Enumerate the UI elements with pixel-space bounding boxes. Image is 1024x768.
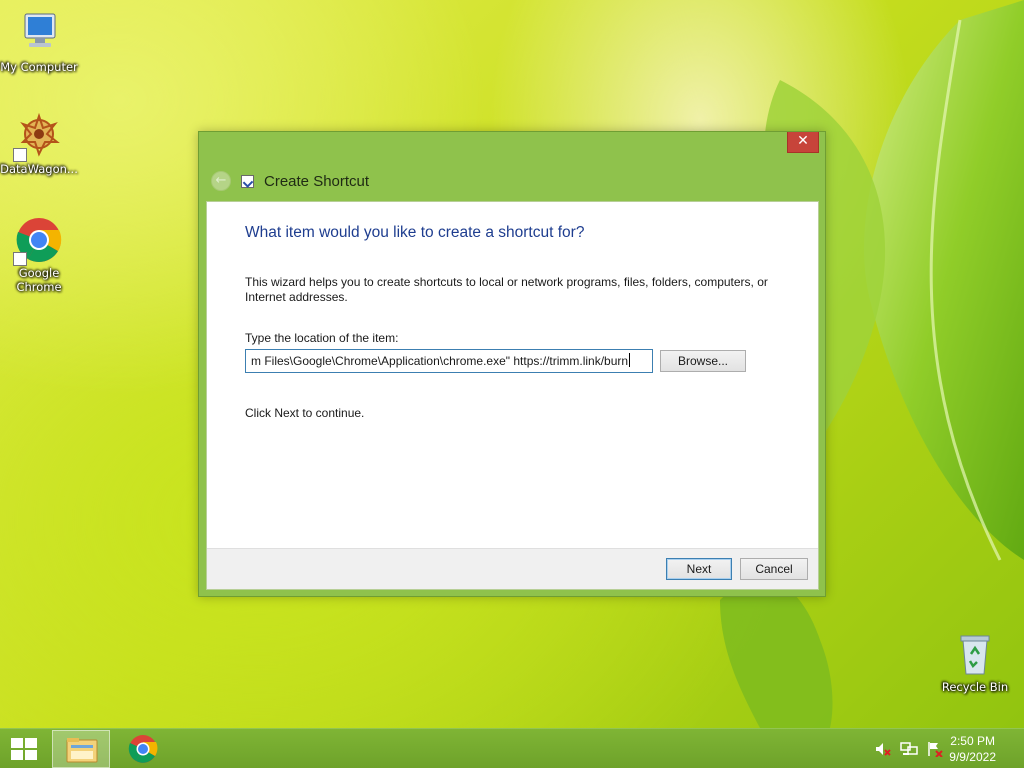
create-shortcut-dialog: ✕ ← Create Shortcut What item would you … bbox=[198, 131, 826, 597]
network-icon[interactable] bbox=[900, 741, 918, 757]
start-icon bbox=[11, 738, 37, 760]
continue-hint: Click Next to continue. bbox=[245, 406, 365, 420]
recycle-bin-icon bbox=[951, 630, 999, 678]
location-input-value: m Files\Google\Chrome\Application\chrome… bbox=[251, 354, 629, 368]
file-explorer-icon bbox=[66, 738, 98, 763]
wizard-footer: Next Cancel bbox=[207, 548, 818, 589]
close-button[interactable]: ✕ bbox=[787, 132, 819, 153]
desktop-icon-recycle-bin[interactable]: Recycle Bin bbox=[936, 630, 1014, 694]
wizard-heading: What item would you like to create a sho… bbox=[245, 224, 585, 241]
volume-muted-icon[interactable] bbox=[874, 741, 892, 757]
desktop-icon-label: DataWagon... bbox=[0, 162, 78, 176]
taskbar-chrome[interactable] bbox=[114, 730, 172, 768]
taskbar-clock[interactable]: 2:50 PM 9/9/2022 bbox=[949, 733, 996, 765]
dialog-title: Create Shortcut bbox=[264, 172, 370, 190]
system-tray bbox=[870, 729, 948, 768]
wizard-description: This wizard helps you to create shortcut… bbox=[245, 275, 768, 304]
chrome-icon bbox=[13, 216, 63, 266]
clock-time: 2:50 PM bbox=[950, 734, 995, 748]
taskbar-file-explorer[interactable] bbox=[52, 730, 110, 768]
next-button[interactable]: Next bbox=[666, 558, 732, 580]
datawagon-icon bbox=[13, 112, 63, 162]
desktop-icon-my-computer[interactable]: My Computer bbox=[0, 10, 78, 74]
back-arrow-icon[interactable]: ← bbox=[211, 171, 231, 191]
taskbar: 2:50 PM 9/9/2022 bbox=[0, 728, 1024, 768]
shortcut-arrow-icon bbox=[13, 148, 27, 162]
start-button[interactable] bbox=[0, 729, 48, 768]
location-input[interactable]: m Files\Google\Chrome\Application\chrome… bbox=[245, 349, 653, 373]
shortcut-icon bbox=[241, 174, 254, 188]
desktop-icon-label: Recycle Bin bbox=[941, 680, 1009, 694]
computer-icon bbox=[15, 10, 63, 58]
cancel-button[interactable]: Cancel bbox=[740, 558, 808, 580]
wizard-panel: What item would you like to create a sho… bbox=[206, 201, 819, 590]
dialog-title-bar: ← Create Shortcut bbox=[211, 170, 369, 192]
desktop-icon-label: My Computer bbox=[0, 60, 78, 74]
browse-button[interactable]: Browse... bbox=[660, 350, 746, 372]
location-label: Type the location of the item: bbox=[245, 331, 399, 345]
desktop-icon-datawagon[interactable]: DataWagon... bbox=[0, 112, 78, 176]
chrome-icon bbox=[128, 735, 158, 763]
shortcut-arrow-icon bbox=[13, 252, 27, 266]
desktop-icon-google-chrome[interactable]: Google Chrome bbox=[0, 216, 78, 294]
text-caret bbox=[629, 353, 631, 367]
clock-date: 9/9/2022 bbox=[949, 750, 996, 764]
action-center-flag-icon[interactable] bbox=[926, 741, 944, 758]
desktop-icon-label: Google Chrome bbox=[16, 266, 62, 294]
